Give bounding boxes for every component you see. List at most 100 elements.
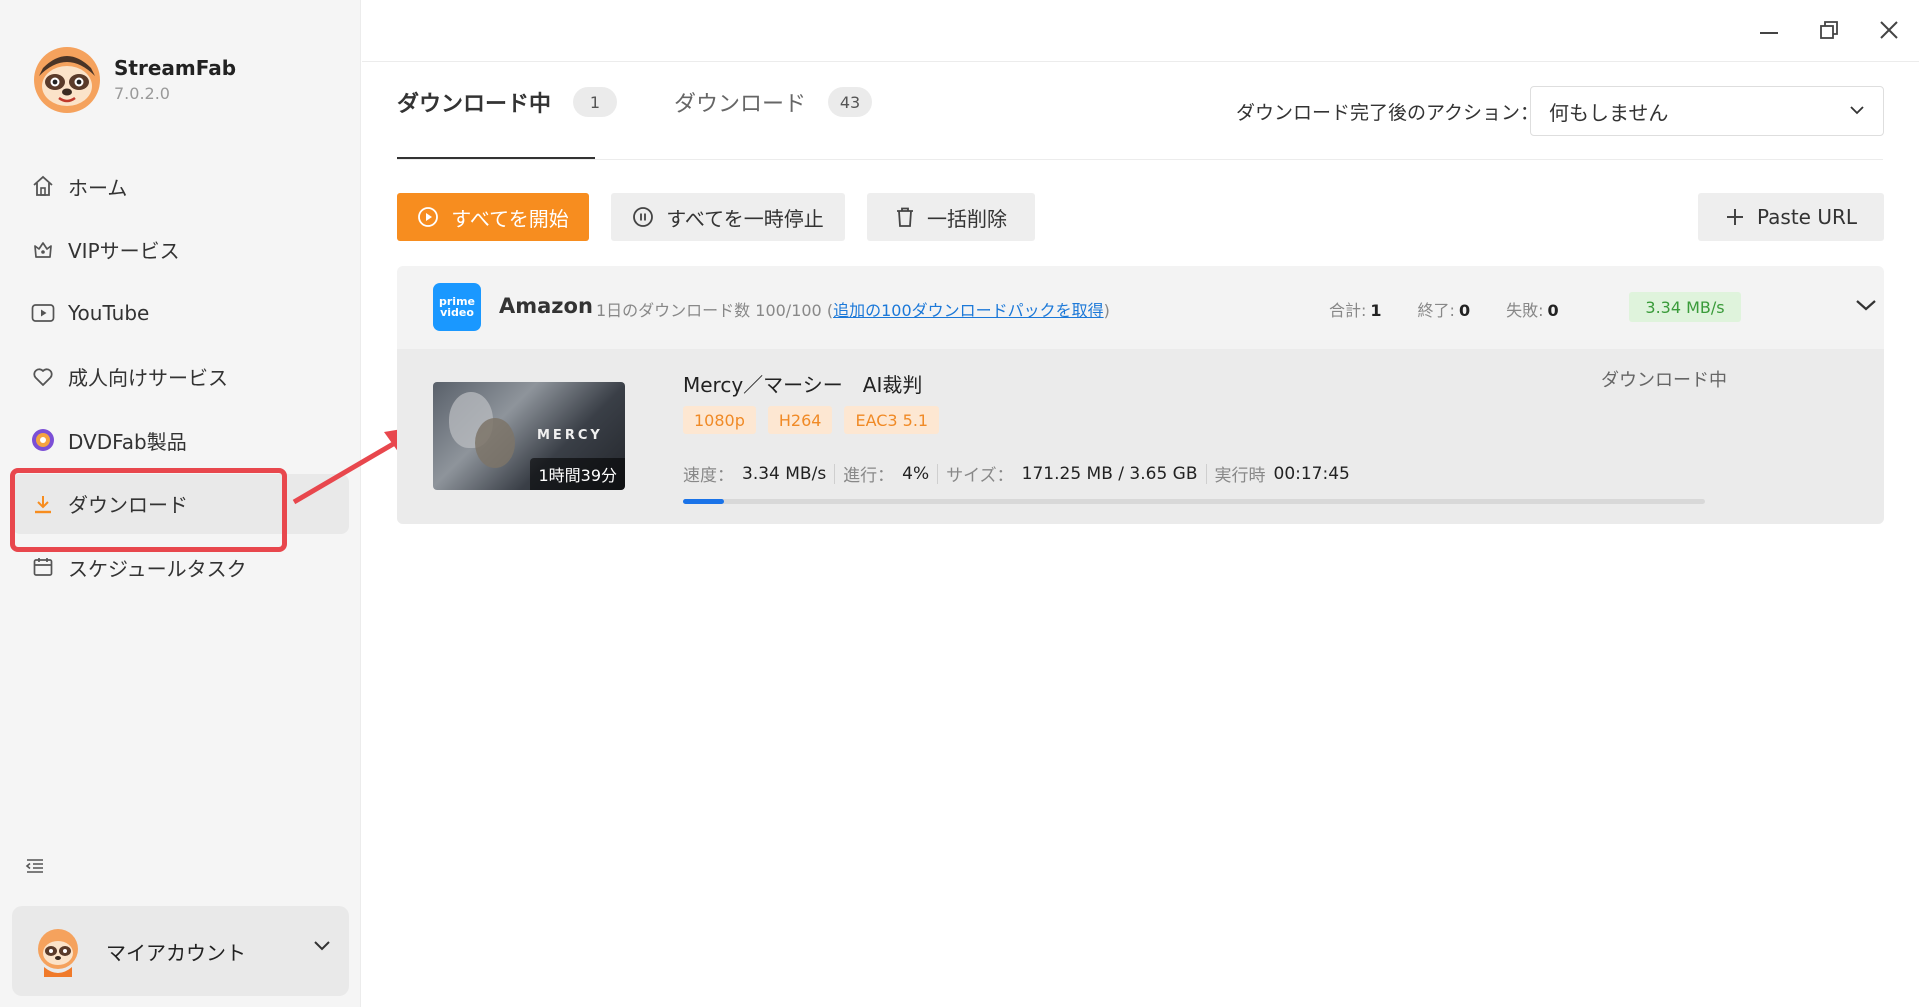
chevron-down-icon: [1850, 106, 1864, 115]
progress-bar: [683, 499, 1705, 504]
sidebar-item-label: DVDFab製品: [68, 429, 187, 454]
chevron-down-icon: [314, 941, 330, 951]
video-thumbnail: MERCY 1時間39分: [433, 382, 625, 490]
info-label: 進行：: [843, 466, 895, 486]
info-label: 実行時: [1214, 466, 1266, 486]
start-all-button[interactable]: すべてを開始: [397, 193, 589, 241]
download-group-amazon: prime video Amazon 1日のダウンロード数 100/100 (追…: [397, 266, 1884, 524]
window-controls: [1739, 14, 1919, 46]
tab-bar: ダウンロード中 1 ダウンロード 43: [397, 86, 929, 118]
after-action-value: 何もしません: [1549, 100, 1669, 125]
sidebar-item-vip[interactable]: VIPサービス: [12, 220, 349, 280]
after-action-select[interactable]: 何もしません: [1530, 86, 1884, 136]
stat-label: 終了:: [1417, 301, 1455, 320]
resolution-tag: 1080p: [683, 406, 756, 434]
account-menu[interactable]: マイアカウント: [12, 906, 349, 996]
pause-all-button[interactable]: すべてを一時停止: [611, 193, 845, 241]
group-stats: 合計: 1 終了: 0 失敗: 0: [1329, 297, 1595, 321]
main-panel: ダウンロード中 1 ダウンロード 43 ダウンロード完了後のアクション： 何もし…: [362, 0, 1919, 1007]
paste-url-label: Paste URL: [1756, 205, 1858, 229]
video-duration: 1時間39分: [530, 458, 625, 490]
tabs-divider: [397, 159, 1883, 160]
elapsed-info: 実行時 00:17:45: [1214, 461, 1350, 487]
thumbnail-title: MERCY: [537, 428, 603, 443]
progress-percent-info: 進行： 4%: [843, 461, 930, 487]
info-value: 4%: [902, 463, 930, 484]
sidebar-item-label: VIPサービス: [68, 239, 180, 263]
restore-button[interactable]: [1799, 14, 1859, 46]
quota-text: ): [1103, 301, 1110, 320]
start-all-label: すべてを開始: [451, 206, 569, 231]
minimize-icon: [1760, 32, 1778, 34]
tab-count-badge: 1: [573, 87, 618, 117]
paste-url-button[interactable]: Paste URL: [1698, 193, 1884, 241]
app-version: 7.0.2.0: [114, 84, 170, 103]
download-group-header[interactable]: prime video Amazon 1日のダウンロード数 100/100 (追…: [397, 266, 1884, 349]
progress-info: 速度： 3.34 MB/s 進行： 4% サイズ： 171.25 MB / 3.65 …: [683, 461, 1350, 486]
calendar-icon: [30, 554, 56, 580]
prime-video-icon: prime video: [433, 283, 481, 331]
title-bar-divider: [362, 61, 1919, 62]
plus-icon: [1725, 207, 1745, 227]
tab-label: ダウンロード: [674, 92, 807, 117]
download-item[interactable]: MERCY 1時間39分 Mercy／マーシー AI裁判 1080p H264 …: [397, 349, 1884, 524]
info-value: 3.34 MB/s: [742, 463, 827, 484]
download-status: ダウンロード中: [1601, 370, 1727, 391]
play-circle-icon: [417, 206, 439, 228]
app-name: StreamFab: [114, 56, 237, 80]
stat-value: 0: [1547, 301, 1559, 320]
thumbnail-figure: [475, 418, 515, 468]
stat-done: 終了: 0: [1418, 297, 1471, 321]
pause-circle-icon: [632, 206, 654, 228]
info-label: 速度：: [683, 466, 734, 486]
tab-count-badge: 43: [828, 87, 873, 117]
account-label: マイアカウント: [106, 940, 246, 965]
stat-value: 0: [1458, 301, 1471, 320]
codec-tag: H264: [767, 406, 833, 434]
minimize-button[interactable]: [1739, 14, 1799, 46]
audio-tag: EAC3 5.1: [844, 406, 940, 434]
tab-label: ダウンロード中: [397, 92, 552, 117]
divider: [1205, 463, 1207, 484]
tab-downloading[interactable]: ダウンロード中 1: [397, 86, 618, 118]
stat-total: 合計: 1: [1329, 297, 1382, 321]
heart-icon: [30, 364, 56, 390]
stat-label: 失敗:: [1506, 301, 1544, 320]
sidebar-item-adult[interactable]: 成人向けサービス: [12, 347, 349, 407]
close-button[interactable]: [1859, 14, 1919, 46]
video-title: Mercy／マーシー AI裁判: [683, 373, 923, 397]
chevron-down-icon[interactable]: [1855, 298, 1877, 312]
service-name: Amazon: [499, 294, 593, 318]
quota-text: 1日のダウンロード数 100/100 (: [596, 301, 834, 320]
sidebar-item-label: スケジュールタスク: [68, 556, 247, 581]
progress-bar-fill: [683, 499, 724, 504]
video-tags: 1080p H264 EAC3 5.1: [683, 406, 951, 434]
sidebar-item-schedule[interactable]: スケジュールタスク: [12, 537, 349, 597]
youtube-icon: [30, 300, 56, 326]
tab-downloaded[interactable]: ダウンロード 43: [674, 86, 873, 118]
delete-all-button[interactable]: 一括削除: [867, 193, 1035, 241]
pause-all-label: すべてを一時停止: [666, 206, 824, 231]
sidebar-item-youtube[interactable]: YouTube: [12, 283, 349, 343]
buy-download-pack-link[interactable]: 追加の100ダウンロードパックを取得: [833, 301, 1104, 320]
avatar: [38, 929, 78, 977]
trash-icon: [895, 206, 915, 228]
speed-info: 速度： 3.34 MB/s: [683, 461, 827, 487]
divider: [937, 463, 939, 484]
close-icon: [1880, 21, 1898, 39]
collapse-sidebar-icon[interactable]: [24, 855, 46, 877]
sidebar-item-label: ホーム: [68, 175, 128, 200]
info-value: 00:17:45: [1273, 463, 1350, 484]
delete-all-label: 一括削除: [927, 206, 1007, 231]
size-info: サイズ： 171.25 MB / 3.65 GB: [946, 461, 1197, 487]
sidebar-item-label: 成人向けサービス: [68, 366, 228, 390]
sidebar-item-label: ダウンロード: [68, 493, 188, 517]
sidebar-item-home[interactable]: ホーム: [12, 156, 349, 216]
dvdfab-logo-icon: [30, 427, 56, 453]
stat-label: 合計:: [1329, 301, 1367, 320]
prime-icon-text: video: [440, 306, 474, 319]
brand: StreamFab 7.0.2.0: [33, 46, 236, 114]
home-icon: [30, 173, 56, 199]
daily-quota: 1日のダウンロード数 100/100 (追加の100ダウンロードパックを取得): [596, 297, 1110, 321]
after-action-label: ダウンロード完了後のアクション：: [1236, 102, 1540, 124]
